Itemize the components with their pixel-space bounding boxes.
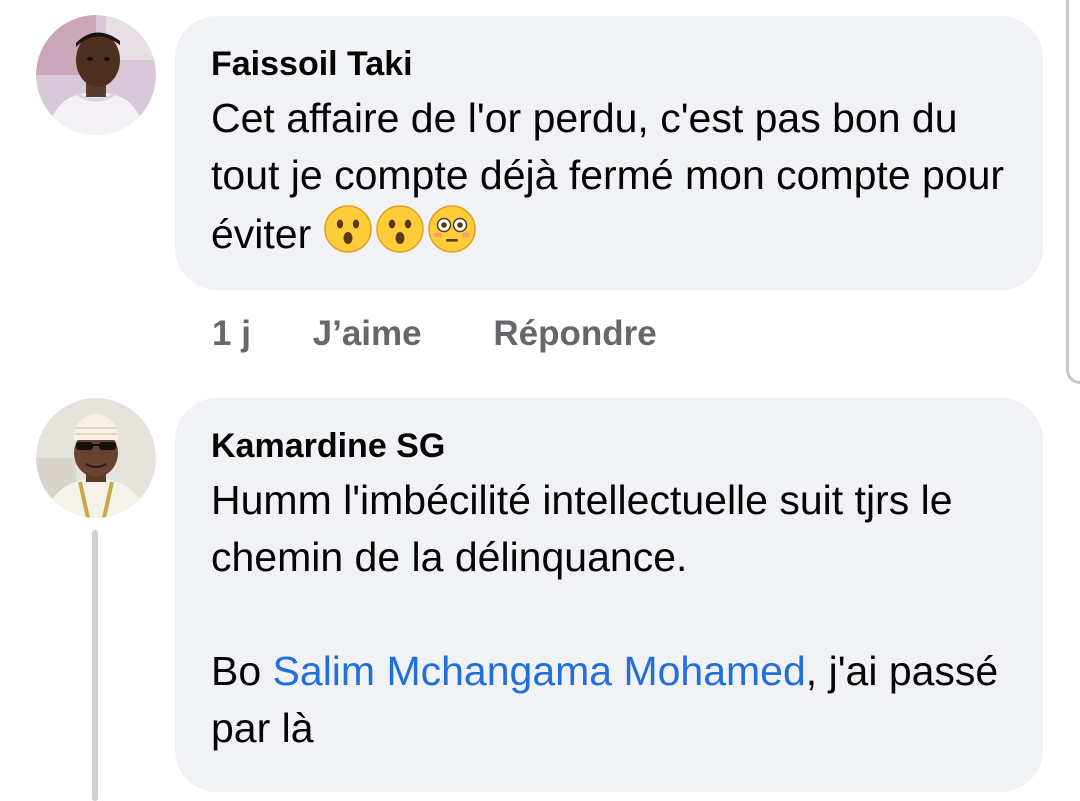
reply-button[interactable]: Répondre: [493, 314, 656, 354]
profile-photo-kamardine: [36, 398, 156, 518]
comment-text: Cet affaire de l'or perdu, c'est pas bon…: [211, 90, 1013, 263]
comment-bubble[interactable]: Kamardine SG Humm l'imbécilité intellect…: [175, 398, 1043, 792]
hushed-face-emoji: [375, 204, 425, 254]
flushed-face-emoji: [427, 204, 477, 254]
scroll-edge-indicator: [1066, 0, 1080, 384]
comment-actions: 1 j J’aime Répondre: [212, 314, 657, 354]
comment-prefix: Bo: [211, 648, 273, 694]
avatar[interactable]: [36, 398, 156, 518]
comment-body-mention-line: Bo Salim Mchangama Mohamed, j'ai passé p…: [211, 643, 1001, 757]
avatar[interactable]: [36, 15, 156, 135]
comment-body: Humm l'imbécilité intellectuelle suit tj…: [211, 477, 953, 580]
comment-timestamp[interactable]: 1 j: [212, 314, 251, 354]
comment-text: Humm l'imbécilité intellectuelle suit tj…: [211, 472, 1001, 757]
mention-link[interactable]: Salim Mchangama Mohamed: [273, 648, 806, 694]
hushed-face-emoji: [323, 204, 373, 254]
comment-author[interactable]: Kamardine SG: [211, 426, 1013, 466]
like-button[interactable]: J’aime: [313, 314, 422, 354]
reply-thread-line: [92, 530, 98, 801]
profile-photo-faissoil: [36, 15, 156, 135]
comment-author[interactable]: Faissoil Taki: [211, 44, 1013, 84]
comment-bubble[interactable]: Faissoil Taki Cet affaire de l'or perdu,…: [175, 16, 1043, 290]
